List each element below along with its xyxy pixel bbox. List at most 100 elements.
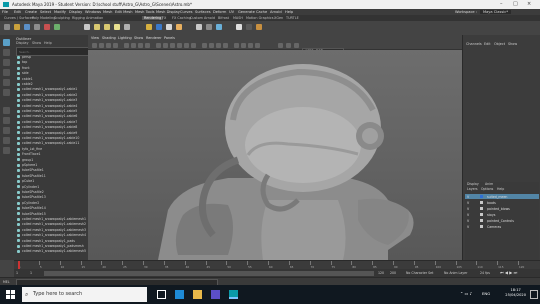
menu-file[interactable]: File [2,10,8,14]
layers-menu-help[interactable]: Help [497,187,504,191]
outliner-item[interactable]: coiled mesh1_srowwpasty1.cable9 [22,131,77,135]
xray-icon[interactable] [241,42,246,48]
outliner-item[interactable]: coiled mesh1_srowwpasty1.cable11 [22,141,79,145]
menu-create[interactable]: Create [25,10,37,14]
range-slider[interactable] [44,270,374,276]
menu-mesh-tools[interactable]: Mesh Tools [135,10,154,14]
outliner-item[interactable]: coiled mesh1_srowwpasty1.cable2 [22,93,77,97]
shelf-tab-sculpting[interactable]: Sculpting [54,16,70,20]
outliner-item[interactable]: pCylinder1 [22,185,39,189]
layer-visibility-toggle[interactable]: V [467,195,469,199]
point-light-icon[interactable] [94,24,100,30]
anti-aliasing-icon[interactable] [216,42,221,48]
gamma-icon[interactable] [278,42,283,48]
menu-deform[interactable]: Deform [213,10,226,14]
textured-icon[interactable] [177,42,182,48]
viewport-menu-shading[interactable]: Shading [102,36,116,40]
outliner-item[interactable]: coiled mesh1_srowwpasty1.cablemesh5 [22,249,86,253]
select-camera-icon[interactable] [92,42,97,48]
layer-row[interactable]: Vstoys [465,212,539,217]
outliner-item[interactable]: coiled mesh1_srowwpasty1_pads [22,239,75,243]
camera-attributes-icon[interactable] [106,42,111,48]
menu-generate[interactable]: Generate [238,10,255,14]
file-explorer-icon[interactable] [193,290,202,299]
task-view-icon[interactable] [157,290,166,299]
volume-light-icon[interactable] [124,24,130,30]
directional-light-icon[interactable] [84,24,90,30]
shelf-tab-arnold[interactable]: Arnold [204,16,215,20]
menu-edit-mesh[interactable]: Edit Mesh [115,10,133,14]
persp-graph-icon[interactable] [3,137,10,144]
outliner-item[interactable]: coiled mesh1_srowwpasty1.cablemesh2 [22,222,86,226]
outliner-layout-icon[interactable] [3,147,10,154]
motion-blur-icon[interactable] [209,42,214,48]
outliner-item[interactable]: group1 [22,158,33,162]
maya-taskbar-icon[interactable] [229,290,238,299]
shelf-tab-motion-graphics[interactable]: Motion Graphics [246,16,274,20]
outliner-item[interactable]: coiled mesh1_srowwpasty1.cable5 [22,109,77,113]
color-management-icon[interactable] [294,42,299,48]
menu-mesh[interactable]: Mesh [103,10,112,14]
render-setup-icon[interactable] [54,24,60,30]
language-indicator[interactable]: ENG [482,291,490,296]
shelf-settings-icon[interactable] [4,24,10,30]
viewport-menu-panels[interactable]: Panels [164,36,175,40]
render-settings-icon[interactable] [34,24,40,30]
show-tab[interactable]: Show [508,42,517,46]
notifications-icon[interactable] [530,290,538,299]
shelf-tab-fx[interactable]: FX [162,16,166,20]
channels-tab[interactable]: Channels [466,42,482,46]
outliner-item[interactable]: side [22,71,29,75]
backface-culling-icon[interactable] [255,42,260,48]
lambert-shader-icon[interactable] [166,24,172,30]
exposure-icon[interactable] [286,42,291,48]
outliner-item[interactable]: tubeSPsaltle11 [22,174,46,178]
isolate-select-icon[interactable] [234,42,239,48]
persp-outliner-icon[interactable] [3,127,10,134]
hypershade-icon[interactable] [44,24,50,30]
outliner-item[interactable]: coiled mesh1_srowwpasty1.cable3 [22,98,77,102]
layer-color-swatch[interactable] [480,207,483,210]
close-icon[interactable]: × [527,1,531,7]
phong-shader-icon[interactable] [176,24,182,30]
layer-color-swatch[interactable] [480,225,483,228]
menu-edit[interactable]: Edit [14,10,21,14]
outliner-item[interactable]: front [22,66,30,70]
bump-icon[interactable] [256,24,262,30]
grid-icon[interactable] [131,42,136,48]
outliner-item[interactable]: tubeSPsaltle15 [22,212,46,216]
shelf-tab-poly-modeling[interactable]: Poly Modeling [32,16,55,20]
viewport-menu-view[interactable]: View [91,36,99,40]
menu-curves[interactable]: Curves [180,10,192,14]
shelf-tab-curves-surfaces[interactable]: Curves / Surfaces [4,16,34,20]
outliner-menu-help[interactable]: Help [44,41,52,45]
film-gate-icon[interactable] [138,42,143,48]
layer-color-swatch[interactable] [480,195,483,198]
area-light-icon[interactable] [114,24,120,30]
viewport-menu-lighting[interactable]: Lighting [118,36,132,40]
layer-row[interactable]: Vsuited_meen [465,194,539,199]
layer-row[interactable]: Vboots [465,200,539,205]
outliner-item[interactable]: pCylinder2 [22,201,39,205]
range-end-field[interactable]: 120 [378,271,384,275]
layer-visibility-toggle[interactable]: V [467,225,469,229]
layered-texture-icon[interactable] [216,24,222,30]
sphere-shader-icon[interactable] [146,24,152,30]
viewport-menu-renderer[interactable]: Renderer [146,36,161,40]
layer-row[interactable]: Vpainted_blows [465,206,539,211]
render-icon[interactable] [14,24,20,30]
taskbar-search-input[interactable]: ⌕ Type here to search [22,287,147,302]
scale-tool-icon[interactable] [3,89,10,96]
maximize-icon[interactable]: □ [513,1,518,7]
xray-joints-icon[interactable] [248,42,253,48]
viewport-menu-show[interactable]: Show [134,36,143,40]
outliner-item[interactable]: coiled mesh1_srowwpasty1_padsmesh [22,244,84,248]
current-frame-field[interactable]: 1 [30,271,32,275]
shelf-tab-mash[interactable]: MASH [233,16,243,20]
outliner-item[interactable]: persp [22,55,31,59]
ipr-render-icon[interactable] [24,24,30,30]
workspace-select[interactable]: Maya Classic* [480,10,512,14]
outliner-item[interactable]: coiled mesh1_srowwpasty1.cable10 [22,136,79,140]
camera-aim-icon[interactable] [206,24,212,30]
outliner-item[interactable]: coiled mesh1_srowwpasty1.cable8 [22,125,77,129]
